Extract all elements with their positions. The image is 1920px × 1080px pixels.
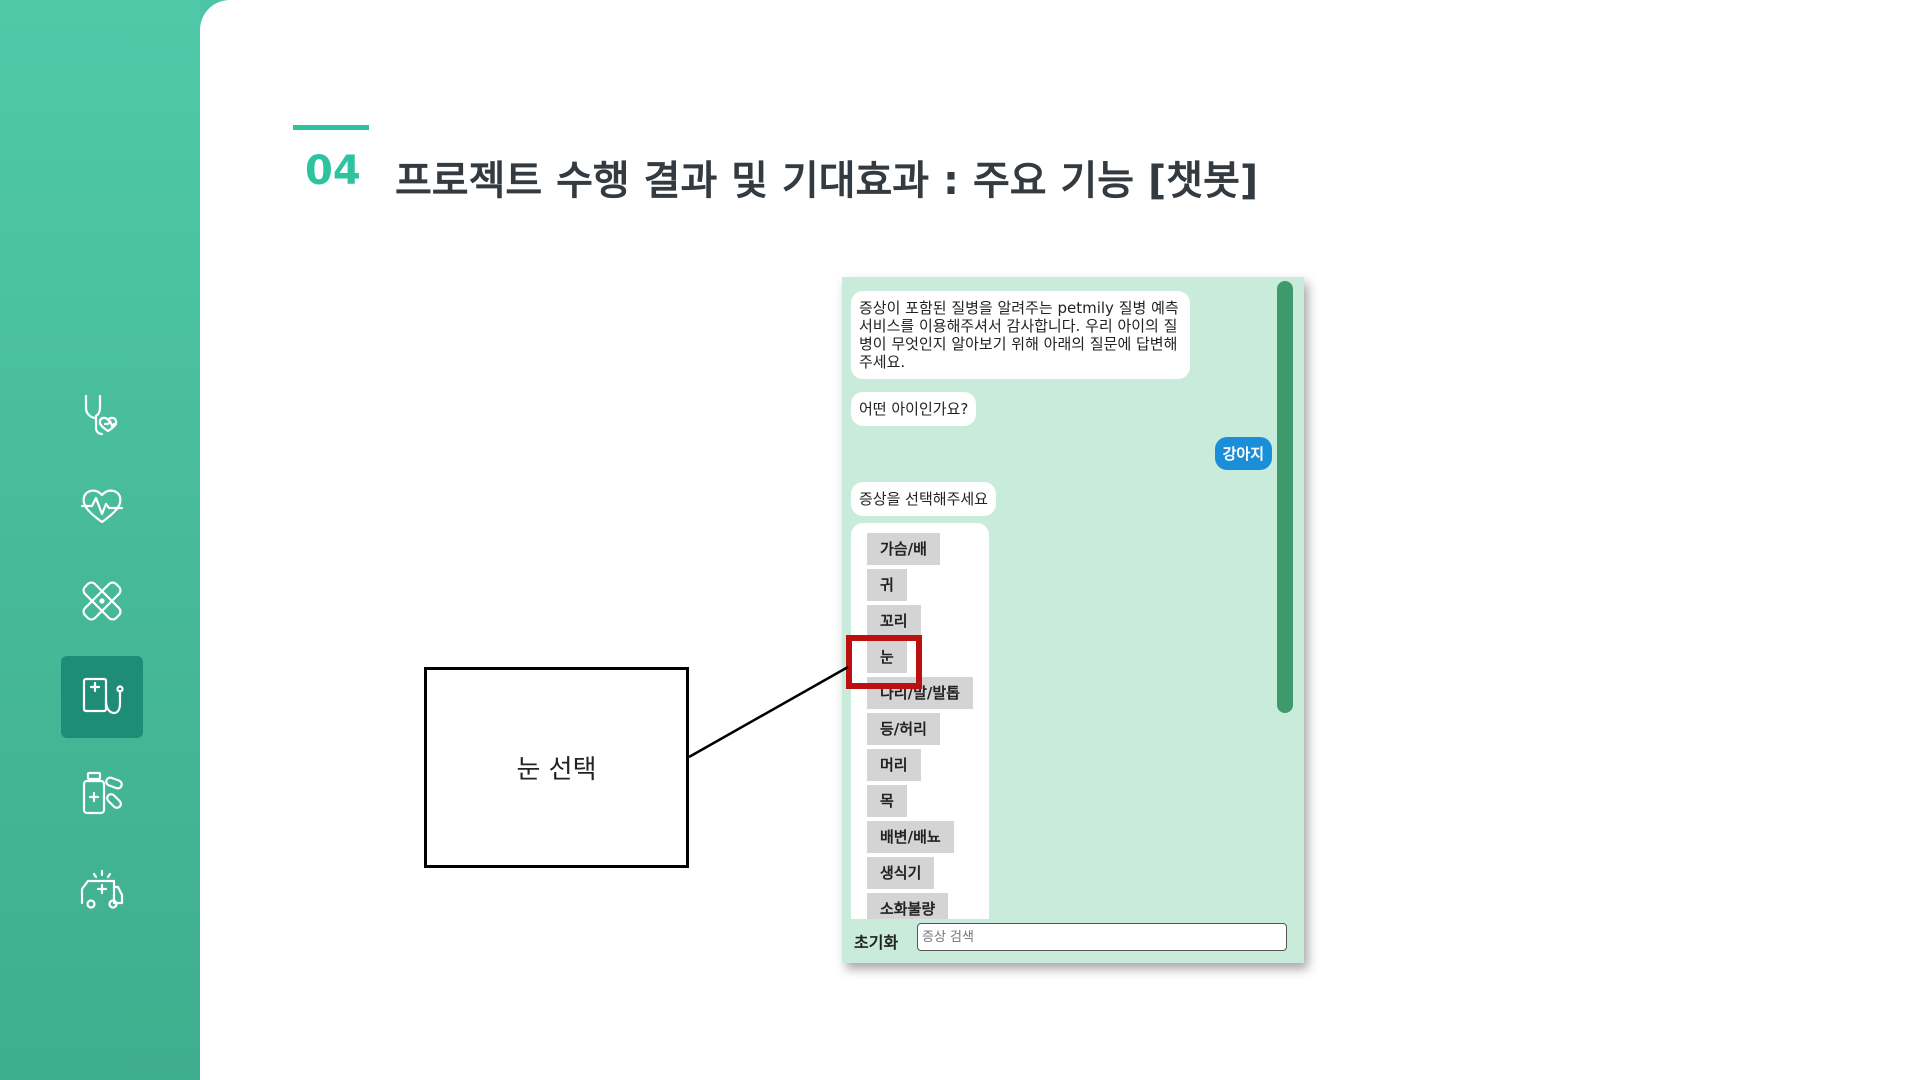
callout-box: 눈 선택	[424, 667, 689, 868]
callout-connector-line	[688, 665, 849, 759]
callout-text: 눈 선택	[516, 755, 597, 785]
